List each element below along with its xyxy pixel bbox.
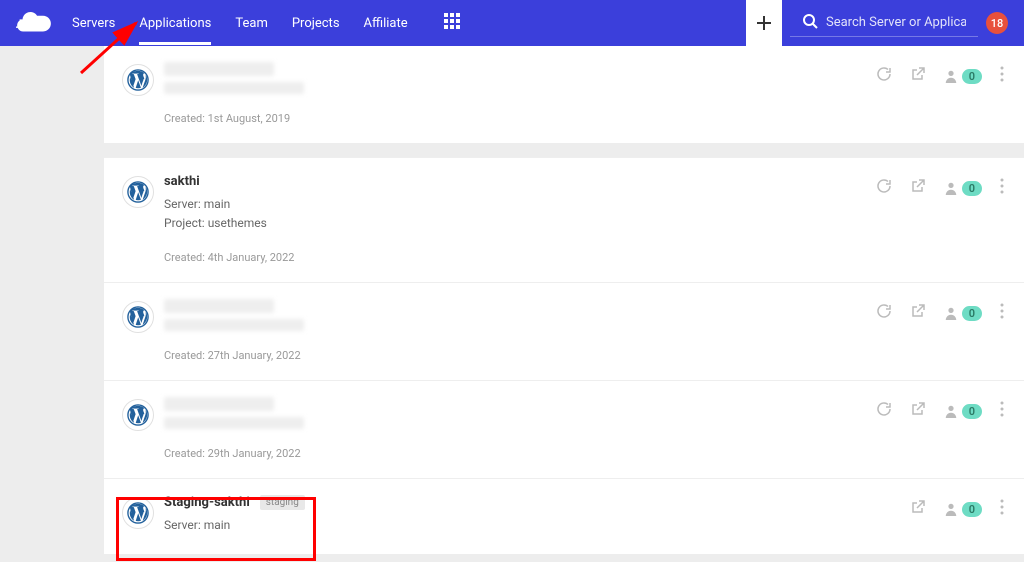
external-link-icon[interactable] (910, 66, 926, 86)
staging-tag: staging (260, 495, 305, 510)
user-badge[interactable]: 0 (944, 404, 982, 419)
search-input[interactable] (826, 9, 966, 36)
app-card[interactable]: Created: 1st August, 2019 0 (104, 46, 1024, 143)
external-link-icon[interactable] (910, 303, 926, 323)
more-icon[interactable] (1000, 66, 1004, 86)
app-actions: 0 (876, 178, 1004, 198)
search-container (790, 9, 978, 37)
refresh-icon[interactable] (876, 303, 892, 323)
user-count: 0 (962, 181, 982, 196)
app-title (164, 62, 274, 76)
wordpress-icon (122, 64, 154, 96)
nav-projects[interactable]: Projects (292, 2, 340, 45)
app-card[interactable]: Staging-sakthi staging Server: main 0 (104, 478, 1024, 553)
app-card[interactable]: sakthi Server: main Project: usethemes C… (104, 157, 1024, 282)
app-title: Staging-sakthi (164, 495, 250, 510)
wordpress-icon (122, 497, 154, 529)
search-icon (802, 13, 818, 33)
app-card[interactable]: Created: 29th January, 2022 0 (104, 380, 1024, 478)
more-icon[interactable] (1000, 303, 1004, 323)
user-badge[interactable]: 0 (944, 306, 982, 321)
app-server: Server: main (164, 516, 1004, 535)
app-actions: 0 (876, 401, 1004, 421)
app-created: Created: 29th January, 2022 (164, 447, 1004, 460)
more-icon[interactable] (1000, 178, 1004, 198)
app-meta (164, 417, 304, 429)
refresh-icon[interactable] (876, 66, 892, 86)
more-icon[interactable] (1000, 401, 1004, 421)
user-count: 0 (962, 306, 982, 321)
nav-affiliate[interactable]: Affiliate (364, 2, 408, 45)
app-actions: 0 (876, 303, 1004, 323)
nav-applications[interactable]: Applications (139, 2, 211, 45)
app-list: Created: 1st August, 2019 0 sakthi Serve… (0, 46, 1024, 554)
wordpress-icon (122, 176, 154, 208)
app-project: Project: usethemes (164, 214, 1004, 233)
more-icon[interactable] (1000, 499, 1004, 519)
external-link-icon[interactable] (910, 178, 926, 198)
top-header: Servers Applications Team Projects Affil… (0, 0, 1024, 46)
app-created: Created: 1st August, 2019 (164, 112, 1004, 125)
add-button[interactable] (746, 0, 782, 46)
app-actions: 0 (876, 66, 1004, 86)
apps-grid-icon[interactable] (444, 13, 460, 33)
app-created: Created: 4th January, 2022 (164, 251, 1004, 264)
user-count: 0 (962, 502, 982, 517)
user-count: 0 (962, 69, 982, 84)
wordpress-icon (122, 301, 154, 333)
app-meta (164, 82, 304, 94)
logo[interactable] (16, 11, 52, 35)
main-nav: Servers Applications Team Projects Affil… (72, 2, 460, 45)
wordpress-icon (122, 399, 154, 431)
user-badge[interactable]: 0 (944, 181, 982, 196)
app-title: sakthi (164, 174, 200, 189)
nav-team[interactable]: Team (235, 2, 268, 45)
user-badge[interactable]: 0 (944, 502, 982, 517)
app-card[interactable]: Created: 27th January, 2022 0 (104, 282, 1024, 380)
external-link-icon[interactable] (910, 401, 926, 421)
app-title (164, 299, 274, 313)
user-count: 0 (962, 404, 982, 419)
app-title (164, 397, 274, 411)
user-badge[interactable]: 0 (944, 69, 982, 84)
external-link-icon[interactable] (910, 499, 926, 519)
app-actions: 0 (910, 499, 1004, 519)
header-right: 18 (746, 0, 1008, 46)
app-meta (164, 319, 304, 331)
refresh-icon[interactable] (876, 178, 892, 198)
nav-servers[interactable]: Servers (72, 2, 115, 45)
refresh-icon[interactable] (876, 401, 892, 421)
notifications-badge[interactable]: 18 (986, 12, 1008, 34)
app-created: Created: 27th January, 2022 (164, 349, 1004, 362)
